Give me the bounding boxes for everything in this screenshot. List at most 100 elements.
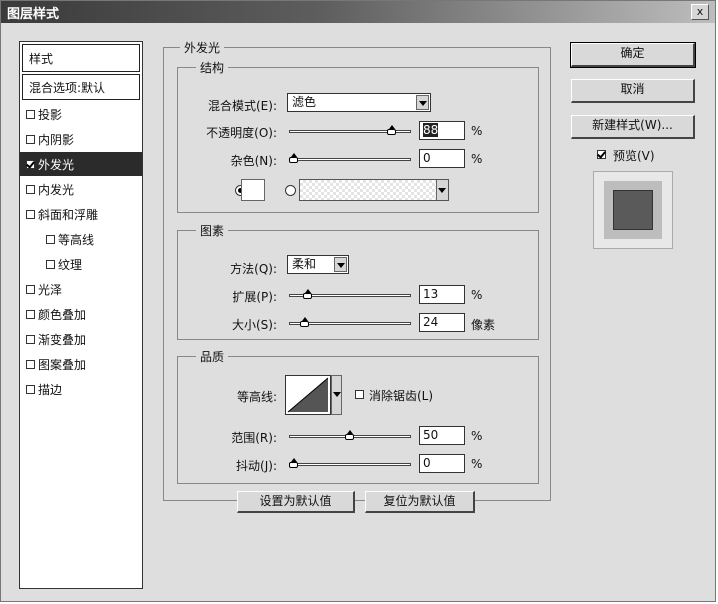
spread-input[interactable]: 13 [419, 285, 465, 304]
close-icon: x [696, 5, 704, 18]
style-item-label: 渐变叠加 [38, 332, 87, 347]
set-default-button[interactable]: 设置为默认值 [237, 491, 355, 513]
slider-thumb[interactable] [303, 289, 314, 299]
range-label: 范围(R): [231, 431, 277, 445]
glow-color-swatch[interactable] [241, 179, 265, 201]
opacity-input[interactable]: 88 [419, 121, 465, 140]
style-item-label: 描边 [38, 382, 63, 397]
size-input[interactable]: 24 [419, 313, 465, 332]
style-item-label: 斜面和浮雕 [38, 207, 99, 222]
range-unit: % [471, 429, 483, 443]
style-item-checkbox[interactable] [26, 184, 35, 194]
style-item-9[interactable]: 渐变叠加 [20, 327, 142, 352]
reset-default-button[interactable]: 复位为默认值 [365, 491, 475, 513]
style-item-label: 等高线 [58, 232, 95, 247]
title-bar[interactable]: 图层样式 x [1, 1, 715, 23]
jitter-unit: % [471, 457, 483, 471]
range-slider[interactable] [289, 430, 411, 442]
style-item-1[interactable]: 内阴影 [20, 127, 142, 152]
style-item-7[interactable]: 光泽 [20, 277, 142, 302]
style-item-label: 投影 [38, 107, 63, 122]
style-item-label: 外发光 [38, 157, 75, 172]
style-item-4[interactable]: 斜面和浮雕 [20, 202, 142, 227]
technique-select[interactable]: 柔和 [287, 255, 349, 274]
style-item-checkbox[interactable] [26, 309, 35, 319]
style-item-5[interactable]: 等高线 [20, 227, 142, 252]
style-item-label: 内发光 [38, 182, 75, 197]
spread-label: 扩展(P): [232, 290, 277, 304]
contour-label: 等高线: [236, 390, 277, 404]
style-item-label: 颜色叠加 [38, 307, 87, 322]
size-label: 大小(S): [231, 318, 277, 332]
spread-unit: % [471, 288, 483, 302]
style-item-checkbox[interactable] [26, 209, 35, 219]
new-style-button[interactable]: 新建样式(W)... [571, 115, 695, 139]
range-input[interactable]: 50 [419, 426, 465, 445]
style-item-checkbox[interactable] [26, 159, 35, 169]
blend-mode-select[interactable]: 滤色 [287, 93, 431, 112]
style-item-6[interactable]: 纹理 [20, 252, 142, 277]
antialias-label: 消除锯齿(L) [369, 389, 434, 403]
style-item-11[interactable]: 描边 [20, 377, 142, 402]
style-item-3[interactable]: 内发光 [20, 177, 142, 202]
slider-thumb[interactable] [345, 430, 356, 440]
style-preview [593, 171, 673, 249]
style-item-checkbox[interactable] [26, 334, 35, 344]
opacity-slider[interactable] [289, 125, 411, 137]
chevron-down-icon [416, 95, 429, 110]
style-item-checkbox[interactable] [46, 234, 55, 244]
jitter-input[interactable]: 0 [419, 454, 465, 473]
slider-thumb[interactable] [300, 317, 311, 327]
chevron-down-icon [331, 375, 342, 415]
preview-label: 预览(V) [613, 149, 655, 163]
style-item-checkbox[interactable] [26, 109, 35, 119]
style-item-8[interactable]: 颜色叠加 [20, 302, 142, 327]
blend-options-item[interactable]: 混合选项:默认 [22, 74, 140, 100]
style-item-checkbox[interactable] [26, 359, 35, 369]
style-item-label: 内阴影 [38, 132, 75, 147]
slider-thumb[interactable] [387, 125, 398, 135]
blend-mode-label: 混合模式(E): [208, 99, 277, 113]
structure-title: 结构 [196, 59, 229, 76]
contour-picker[interactable] [285, 375, 342, 415]
dialog-title: 图层样式 [7, 7, 60, 22]
chevron-down-icon [436, 180, 448, 200]
layer-style-dialog: 图层样式 x 样式 混合选项:默认 投影内阴影外发光内发光斜面和浮雕等高线纹理光… [0, 0, 716, 602]
preview-checkbox[interactable] [597, 150, 606, 159]
preview-swatch [613, 190, 653, 230]
noise-label: 杂色(N): [230, 154, 277, 168]
style-item-2[interactable]: 外发光 [20, 152, 142, 177]
contour-linear-icon [287, 377, 329, 413]
style-list: 样式 混合选项:默认 投影内阴影外发光内发光斜面和浮雕等高线纹理光泽颜色叠加渐变… [19, 41, 143, 589]
noise-unit: % [471, 152, 483, 166]
gradient-radio[interactable] [285, 185, 296, 196]
jitter-slider[interactable] [289, 458, 411, 470]
style-item-label: 纹理 [58, 257, 83, 272]
size-slider[interactable] [289, 317, 411, 329]
slider-thumb[interactable] [289, 153, 300, 163]
cancel-button[interactable]: 取消 [571, 79, 695, 103]
style-item-checkbox[interactable] [26, 284, 35, 294]
style-item-label: 光泽 [38, 282, 63, 297]
technique-label: 方法(Q): [230, 262, 277, 276]
opacity-label: 不透明度(O): [206, 126, 277, 140]
spread-slider[interactable] [289, 289, 411, 301]
chevron-down-icon [334, 257, 347, 272]
gradient-picker[interactable] [299, 179, 449, 201]
jitter-label: 抖动(J): [236, 459, 277, 473]
style-list-header[interactable]: 样式 [22, 44, 140, 72]
quality-title: 品质 [196, 348, 229, 365]
noise-input[interactable]: 0 [419, 149, 465, 168]
style-item-0[interactable]: 投影 [20, 102, 142, 127]
antialias-checkbox[interactable] [355, 390, 364, 399]
close-button[interactable]: x [691, 4, 709, 20]
style-item-label: 图案叠加 [38, 357, 87, 372]
style-item-10[interactable]: 图案叠加 [20, 352, 142, 377]
style-item-checkbox[interactable] [46, 259, 55, 269]
noise-slider[interactable] [289, 153, 411, 165]
style-item-checkbox[interactable] [26, 134, 35, 144]
ok-button[interactable]: 确定 [570, 42, 696, 68]
style-item-checkbox[interactable] [26, 384, 35, 394]
size-unit: 像素 [471, 318, 496, 332]
slider-thumb[interactable] [289, 458, 300, 468]
